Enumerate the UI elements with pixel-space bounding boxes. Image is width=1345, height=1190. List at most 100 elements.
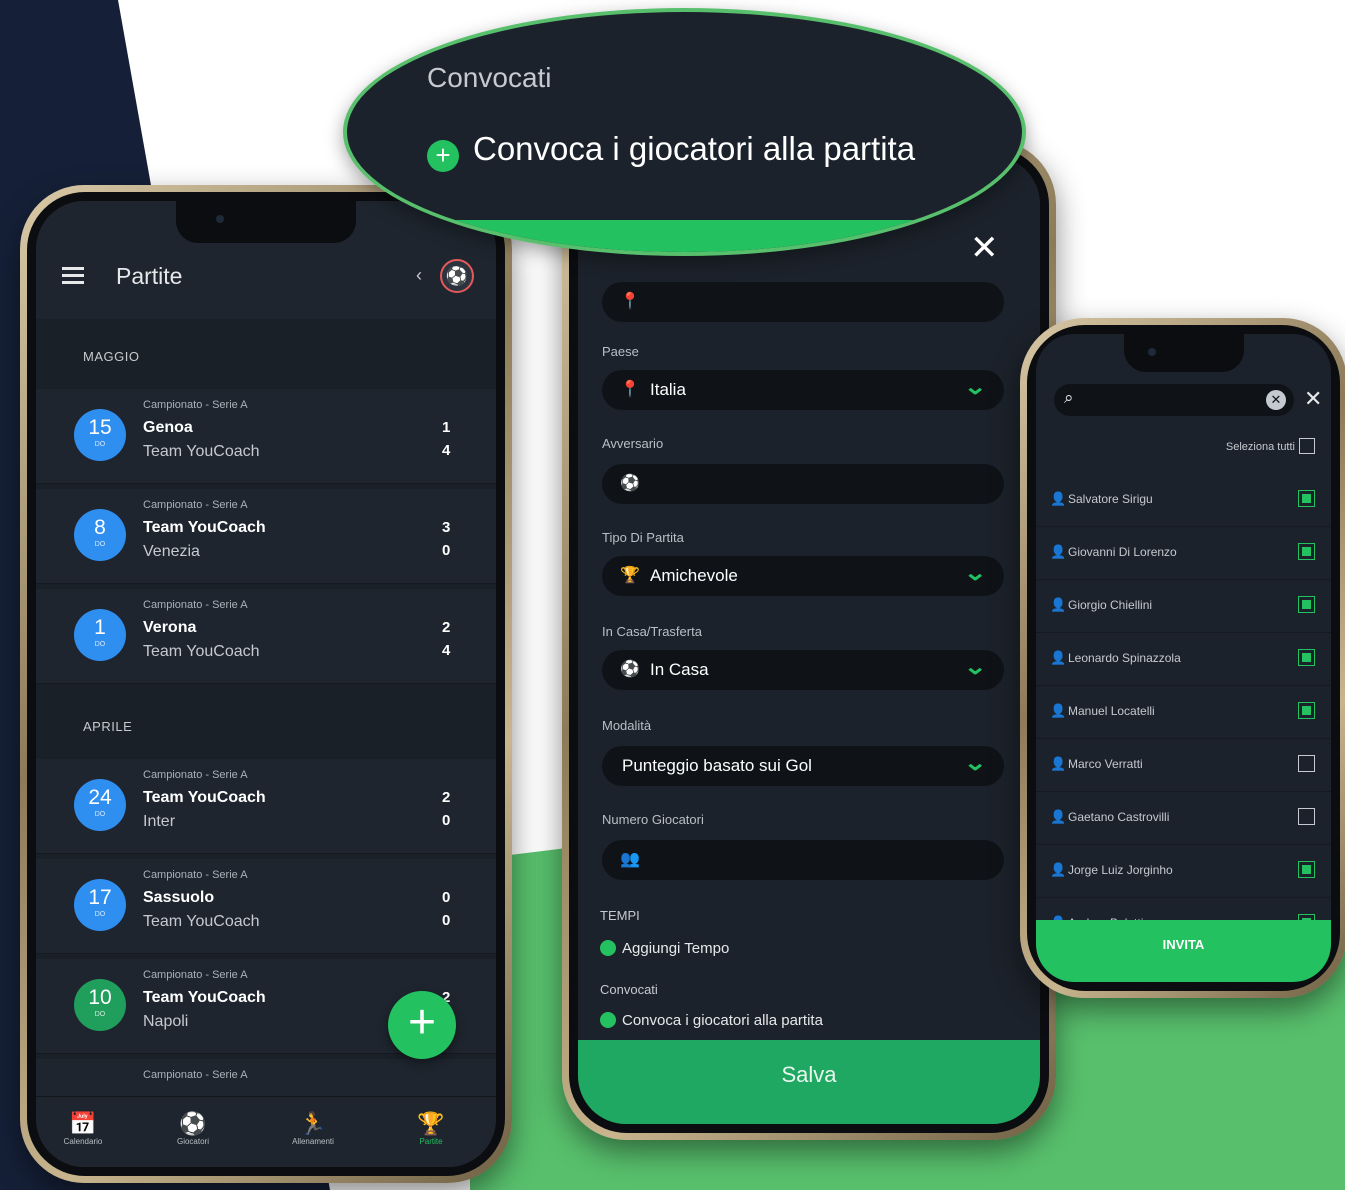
players-icon: ⚽ xyxy=(179,1111,207,1136)
nav-partite[interactable]: 🏆 Partite xyxy=(386,1111,476,1146)
match-row-partial[interactable]: Campionato - Serie A xyxy=(36,1059,496,1100)
hamburger-menu-icon[interactable] xyxy=(62,267,84,285)
person-icon: 👤 xyxy=(1050,756,1067,771)
nav-calendario[interactable]: 📅 Calendario xyxy=(38,1111,128,1146)
match-row[interactable]: 24 DO Campionato - Serie A Team YouCoach … xyxy=(36,759,496,854)
match-date-badge: 15 DO xyxy=(74,409,126,461)
chevron-down-icon: ⌄ xyxy=(962,750,987,775)
trophy-icon: 🏆 xyxy=(620,567,640,584)
team-logo-icon[interactable]: ⚽ xyxy=(440,259,474,293)
match-form-screen: ✕ 📍 Paese 📍 Italia ⌄ Avversario ⚽ Tipo D… xyxy=(578,156,1040,1124)
match-team-away: Team YouCoach xyxy=(143,913,260,930)
match-team-away: Inter xyxy=(143,813,176,830)
close-icon[interactable]: ✕ xyxy=(1304,386,1322,412)
zoom-callout: Convocati + Convoca i giocatori alla part… xyxy=(343,8,1026,256)
match-competition: Campionato - Serie A xyxy=(143,599,248,611)
nav-giocatori[interactable]: ⚽ Giocatori xyxy=(148,1111,238,1146)
location-pin-icon: 📍 xyxy=(620,381,640,398)
player-row[interactable]: 👤 Giovanni Di Lorenzo xyxy=(1036,527,1331,580)
field-label-tipo: Tipo Di Partita xyxy=(602,530,684,545)
home-away-select[interactable]: ⚽ In Casa ⌄ xyxy=(602,650,1004,690)
match-team-away: Venezia xyxy=(143,543,200,560)
opponent-field[interactable]: ⚽ xyxy=(602,464,1004,504)
section-title-convocati: Convocati xyxy=(600,982,658,997)
players-count-field[interactable]: 👥 xyxy=(602,840,1004,880)
person-icon: 👤 xyxy=(1050,862,1067,877)
match-row[interactable]: 15 DO Campionato - Serie A Genoa Team You… xyxy=(36,389,496,484)
select-all-toggle[interactable]: Seleziona tutti xyxy=(1226,438,1315,454)
chevron-down-icon: ⌄ xyxy=(962,560,987,585)
clear-icon[interactable]: ✕ xyxy=(1266,390,1286,410)
match-team-home: Verona xyxy=(143,619,197,636)
phone-notch xyxy=(1123,334,1244,372)
player-row[interactable]: 👤 Jorge Luiz Jorginho xyxy=(1036,845,1331,898)
match-competition: Campionato - Serie A xyxy=(143,969,248,981)
search-icon: ⌕ xyxy=(1064,388,1074,407)
match-competition: Campionato - Serie A xyxy=(143,399,248,411)
country-select[interactable]: 📍 Italia ⌄ xyxy=(602,370,1004,410)
match-row[interactable]: 8 DO Campionato - Serie A Team YouCoach V… xyxy=(36,489,496,584)
search-input[interactable]: ⌕ ✕ xyxy=(1054,384,1294,416)
match-score-home: 0 xyxy=(442,889,451,906)
field-label-paese: Paese xyxy=(602,344,639,359)
field-label-modalita: Modalità xyxy=(602,718,652,733)
match-type-select[interactable]: 🏆 Amichevole ⌄ xyxy=(602,556,1004,596)
player-row[interactable]: 👤 Giorgio Chiellini xyxy=(1036,580,1331,633)
chevron-left-icon[interactable]: ‹ xyxy=(416,265,422,286)
callout-call-up-button[interactable]: + Convoca i giocatori alla partita xyxy=(427,130,915,172)
player-row[interactable]: 👤 Manuel Locatelli xyxy=(1036,686,1331,739)
matches-icon: 🏆 xyxy=(417,1111,445,1136)
field-label-avversario: Avversario xyxy=(602,436,664,451)
player-row[interactable]: 👤 Marco Verratti xyxy=(1036,739,1331,792)
player-checkbox[interactable] xyxy=(1298,755,1315,772)
phone-player-invite: ⌕ ✕ ✕ Seleziona tutti 👤 Salvatore Sirigu … xyxy=(1020,318,1345,998)
calendar-icon: 📅 xyxy=(69,1111,97,1136)
month-header: MAGGIO xyxy=(83,349,140,364)
player-checkbox[interactable] xyxy=(1298,702,1315,719)
add-match-button[interactable]: + xyxy=(388,991,456,1059)
match-score-home: 2 xyxy=(442,789,451,806)
chevron-down-icon: ⌄ xyxy=(962,374,987,399)
location-field[interactable]: 📍 xyxy=(602,282,1004,322)
match-competition: Campionato - Serie A xyxy=(143,769,248,781)
checkbox[interactable] xyxy=(1299,438,1315,454)
player-row[interactable]: 👤 Leonardo Spinazzola xyxy=(1036,633,1331,686)
player-checkbox[interactable] xyxy=(1298,861,1315,878)
location-pin-icon: 📍 xyxy=(620,293,640,310)
scoring-mode-select[interactable]: Punteggio basato sui Gol ⌄ xyxy=(602,746,1004,786)
add-period-button[interactable]: Aggiungi Tempo xyxy=(600,940,729,957)
person-icon: 👤 xyxy=(1050,597,1067,612)
player-checkbox[interactable] xyxy=(1298,649,1315,666)
match-score-away: 0 xyxy=(442,912,451,929)
save-button[interactable]: Salva xyxy=(578,1040,1040,1124)
camera-icon xyxy=(1147,348,1156,356)
match-row[interactable]: 17 DO Campionato - Serie A Sassuolo Team … xyxy=(36,859,496,954)
call-up-players-button[interactable]: Convoca i giocatori alla partita xyxy=(600,1012,823,1029)
plus-circle-icon: + xyxy=(427,140,459,172)
page-title: Partite xyxy=(116,263,183,289)
match-date-badge: 17 DO xyxy=(74,879,126,931)
ball-icon: ⚽ xyxy=(620,661,640,678)
match-team-away: Team YouCoach xyxy=(143,643,260,660)
player-checkbox[interactable] xyxy=(1298,808,1315,825)
player-row[interactable]: 👤 Salvatore Sirigu xyxy=(1036,474,1331,527)
phone-match-list: Partite ‹ ⚽ MAGGIO 15 DO Campionato - Ser… xyxy=(20,185,512,1183)
nav-allenamenti[interactable]: 🏃 Allenamenti xyxy=(268,1111,358,1146)
invite-button[interactable]: INVITA xyxy=(1036,920,1331,982)
match-date-badge: 10 DO xyxy=(74,979,126,1031)
match-list-screen: Partite ‹ ⚽ MAGGIO 15 DO Campionato - Ser… xyxy=(36,201,496,1167)
match-row[interactable]: 1 DO Campionato - Serie A Verona Team You… xyxy=(36,589,496,684)
match-competition: Campionato - Serie A xyxy=(143,1069,248,1081)
plus-circle-icon xyxy=(600,1012,616,1028)
player-invite-screen: ⌕ ✕ ✕ Seleziona tutti 👤 Salvatore Sirigu … xyxy=(1036,334,1331,982)
player-checkbox[interactable] xyxy=(1298,543,1315,560)
phone-match-form: ✕ 📍 Paese 📍 Italia ⌄ Avversario ⚽ Tipo D… xyxy=(562,140,1056,1140)
player-row[interactable]: 👤 Gaetano Castrovilli xyxy=(1036,792,1331,845)
training-icon: 🏃 xyxy=(299,1111,327,1136)
person-icon: 👤 xyxy=(1050,650,1067,665)
person-icon: 👤 xyxy=(1050,544,1067,559)
callout-title: Convocati xyxy=(427,62,552,93)
player-checkbox[interactable] xyxy=(1298,490,1315,507)
match-score-home: 1 xyxy=(442,419,451,436)
player-checkbox[interactable] xyxy=(1298,596,1315,613)
